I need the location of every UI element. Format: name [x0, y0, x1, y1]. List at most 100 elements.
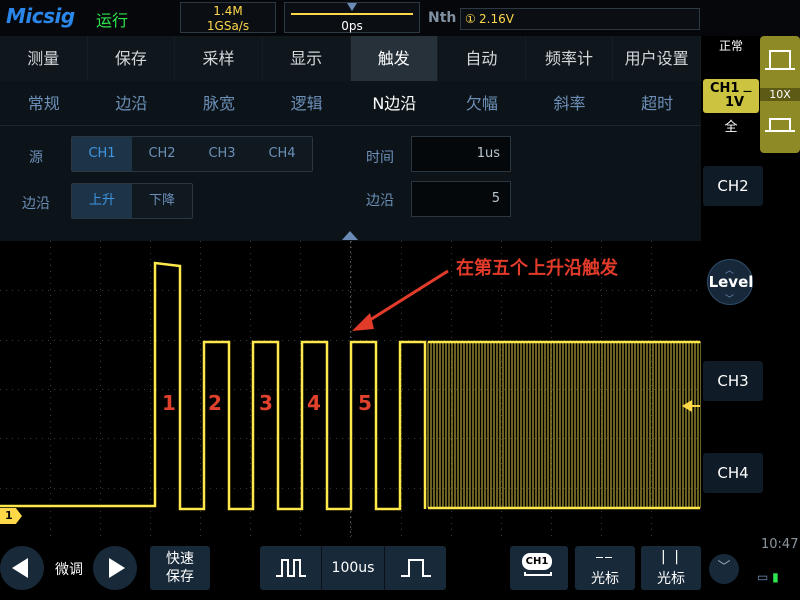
menu-collapse-arrow-icon[interactable] [342, 231, 358, 240]
trigger-type-runt[interactable]: 欠幅 [438, 82, 526, 125]
ch1-settings-button[interactable]: CH1 — 1V [703, 79, 759, 113]
level-label: Level [708, 273, 754, 291]
horizontal-position[interactable]: 0ps [284, 2, 420, 33]
quick-save-button[interactable]: 快速 保存 [150, 546, 210, 590]
source-option-ch3[interactable]: CH3 [192, 137, 252, 171]
ch3-button[interactable]: CH3 [703, 361, 763, 401]
time-offset: 0ps [341, 19, 363, 33]
fine-tune-decrease-button[interactable] [0, 546, 44, 590]
tab-trigger[interactable]: 触发 [350, 36, 439, 81]
level-knob[interactable]: ︿ Level ﹀ [707, 259, 753, 305]
trigger-type-slope[interactable]: 斜率 [526, 82, 614, 125]
channel-one-icon: ① [465, 12, 476, 26]
tab-counter[interactable]: 频率计 [526, 36, 614, 81]
trigger-type-nth-edge[interactable]: N边沿 [351, 82, 439, 125]
ch2-button[interactable]: CH2 [703, 166, 763, 206]
tab-acquire[interactable]: 采样 [175, 36, 263, 81]
source-selector: CH1 CH2 CH3 CH4 [71, 136, 313, 172]
main-menu-tabs: 测量 保存 采样 显示 触发 自动 频率计 用户设置 [0, 36, 701, 81]
timebase-value[interactable]: 100us [322, 546, 385, 590]
vertical-cursor-icon: | | [661, 549, 681, 565]
tab-user-settings[interactable]: 用户设置 [613, 36, 701, 81]
horizontal-cursor-button[interactable]: ⎯⎯ 光标 [575, 546, 635, 590]
ch1-pill: CH1 [522, 553, 552, 570]
right-control-panel: 正常 10X CH1 — 1V 全 CH2 ︿ Level ﹀ CH3 CH4 … [701, 36, 800, 600]
time-label: 时间 [366, 150, 394, 166]
tab-auto[interactable]: 自动 [438, 36, 526, 81]
source-option-ch1[interactable]: CH1 [72, 137, 132, 171]
screen-icon: ▭ [757, 570, 769, 584]
trigger-mode-label[interactable]: 正常 [701, 37, 761, 54]
trigger-type-logic[interactable]: 逻辑 [263, 82, 351, 125]
triangle-right-icon [109, 558, 125, 578]
run-stop-status[interactable]: 运行 [96, 7, 128, 31]
annotation-text: 在第五个上升沿触发 [456, 258, 618, 279]
trigger-type-tabs: 常规 边沿 脉宽 逻辑 N边沿 欠幅 斜率 超时 [0, 82, 701, 126]
source-option-ch2[interactable]: CH2 [132, 137, 192, 171]
trigger-level-arrow-tail [690, 405, 700, 407]
chevron-down-icon: ﹀ [725, 295, 735, 305]
ch4-button[interactable]: CH4 [703, 453, 763, 493]
acquisition-info[interactable]: 1.4M 1GSa/s [180, 2, 276, 33]
edge-label: 边沿 [22, 196, 50, 212]
trigger-position-icon [347, 3, 357, 11]
timebase-decrease-button[interactable] [260, 546, 323, 590]
edge-count-label: 边沿 [366, 193, 394, 209]
trigger-level-value: 2.16V [479, 12, 514, 26]
wide-pulse-icon [400, 559, 431, 577]
system-status-icons: ▭ ▮ [757, 570, 779, 584]
edge-option-rising[interactable]: 上升 [72, 184, 132, 218]
trigger-type-timeout[interactable]: 超时 [613, 82, 701, 125]
menu-panel: 测量 保存 采样 显示 触发 自动 频率计 用户设置 常规 边沿 脉宽 逻辑 N… [0, 36, 701, 241]
cursor-label: 光标 [591, 571, 619, 587]
tab-display[interactable]: 显示 [263, 36, 351, 81]
source-option-ch4[interactable]: CH4 [252, 137, 312, 171]
dc-coupling-icon: — [743, 87, 752, 97]
timebase-control: 100us [260, 546, 446, 590]
quick-save-label-1: 快速 [166, 551, 194, 567]
square-wave-baseline [765, 130, 795, 132]
trigger-level-display[interactable]: ① 2.16V [460, 8, 700, 30]
pulse-number-label: 2 [208, 391, 222, 415]
pulse-number-label: 3 [259, 391, 273, 415]
probe-settings[interactable]: 10X [760, 36, 800, 153]
timebase-increase-button[interactable] [385, 546, 446, 590]
memory-depth: 1.4M [213, 4, 243, 18]
vertical-cursor-button[interactable]: | | 光标 [641, 546, 701, 590]
trigger-type-indicator: Nth [428, 10, 457, 26]
tab-save[interactable]: 保存 [88, 36, 176, 81]
battery-icon: ▮ [772, 570, 779, 584]
top-status-bar: Micsig 运行 1.4M 1GSa/s 0ps Nth ① 2.16V [0, 0, 800, 36]
trigger-type-normal[interactable]: 常规 [0, 82, 88, 125]
brand-logo: Micsig [6, 4, 75, 28]
pulse-number-label: 4 [307, 391, 321, 415]
ch1-underline-icon [524, 572, 552, 576]
time-field[interactable]: 1us [411, 136, 511, 172]
triangle-left-icon [12, 558, 28, 578]
waveform-canvas [0, 241, 701, 537]
source-label: 源 [29, 150, 43, 166]
fine-tune-increase-button[interactable] [93, 546, 137, 590]
clock: 10:47 [761, 537, 799, 552]
tab-measure[interactable]: 测量 [0, 36, 88, 81]
trigger-type-edge[interactable]: 边沿 [88, 82, 176, 125]
ch1-bandwidth: 全 [724, 120, 738, 135]
horizontal-cursor-icon: ⎯⎯ [596, 549, 614, 565]
waveform-burst [427, 341, 701, 508]
square-wave-baseline [765, 68, 795, 70]
waveform-trace [0, 261, 427, 511]
square-wave-icon [769, 50, 791, 70]
fine-tune-label: 微调 [55, 562, 83, 578]
cursor-label: 光标 [657, 571, 685, 587]
quick-save-label-2: 保存 [166, 569, 194, 585]
chevron-down-icon[interactable]: ﹀ [709, 554, 739, 584]
bottom-toolbar: 微调 快速 保存 100us CH1 ⎯⎯ 光标 | | 光标 [0, 537, 701, 600]
sample-rate: 1GSa/s [206, 19, 250, 33]
ch1-select-button[interactable]: CH1 [510, 546, 568, 590]
edge-selector: 上升 下降 [71, 183, 193, 219]
edge-option-falling[interactable]: 下降 [132, 184, 192, 218]
edge-count-field[interactable]: 5 [411, 181, 511, 217]
annotation-arrow [361, 269, 449, 327]
waveform-display[interactable]: 1 2 3 4 5 在第五个上升沿触发 1 [0, 241, 701, 537]
trigger-type-pulse-width[interactable]: 脉宽 [175, 82, 263, 125]
